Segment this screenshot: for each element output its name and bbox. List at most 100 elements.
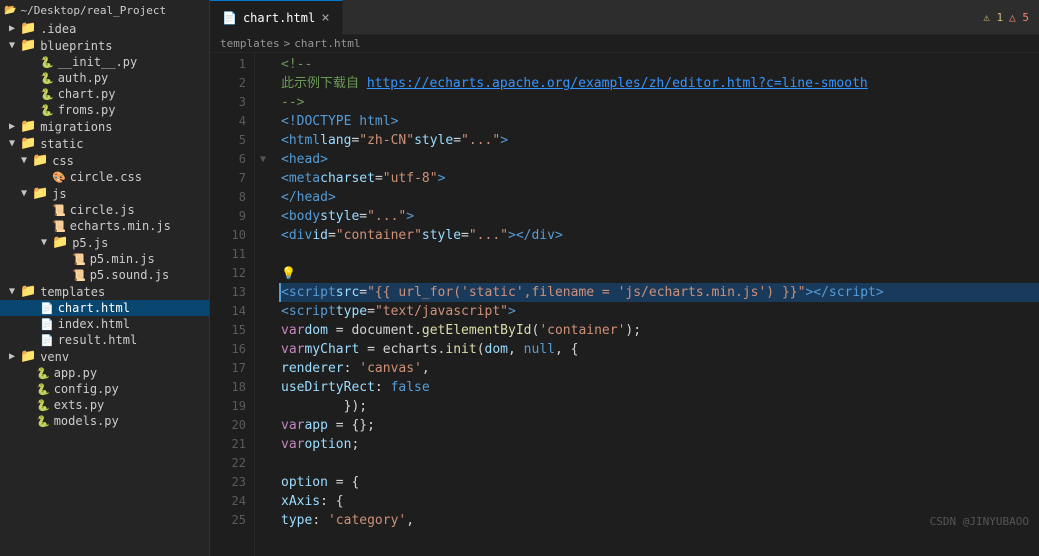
sidebar-item-label: index.html [58, 317, 130, 331]
sidebar-item-blueprints[interactable]: ▼ 📁 blueprints [0, 37, 209, 54]
sidebar-item-label: chart.py [58, 87, 116, 101]
html-icon: 📄 [40, 302, 54, 315]
sidebar-item-label: blueprints [40, 39, 112, 53]
code-line-25: type: 'category', [281, 511, 1039, 530]
code-line-7: <meta charset="utf-8"> [281, 169, 1039, 188]
sidebar-item-label: __init__.py [58, 55, 137, 69]
py-icon: 🐍 [40, 88, 54, 101]
code-line-12: 💡 [281, 264, 1039, 283]
sidebar-item-app-py[interactable]: 🐍 app.py [0, 365, 209, 381]
sidebar-item-exts-py[interactable]: 🐍 exts.py [0, 397, 209, 413]
sidebar-item-migrations[interactable]: ▶ 📁 migrations [0, 118, 209, 135]
code-line-22 [281, 454, 1039, 473]
sidebar-item-froms-py[interactable]: 🐍 froms.py [0, 102, 209, 118]
py-icon: 🐍 [40, 56, 54, 69]
sidebar-item-circle-css[interactable]: 🎨 circle.css [0, 169, 209, 185]
file-explorer[interactable]: 📂 ~/Desktop/real_Project ▶ 📁 .idea ▼ 📁 b… [0, 0, 210, 556]
sidebar-item-p5-js[interactable]: ▼ 📁 p5.js [0, 234, 209, 251]
code-editor[interactable]: 1234567891011121314151617181920212223242… [210, 53, 1039, 556]
sidebar-item-label: exts.py [54, 398, 105, 412]
html-icon: 📄 [40, 318, 54, 331]
code-line-2: 此示例下载自 https://echarts.apache.org/exampl… [281, 74, 1039, 93]
sidebar-item-echarts-min-js[interactable]: 📜 echarts.min.js [0, 218, 209, 234]
sidebar-item-p5-min-js[interactable]: 📜 p5.min.js [0, 251, 209, 267]
sidebar-item-static[interactable]: ▼ 📁 static [0, 135, 209, 152]
sidebar-item-venv[interactable]: ▶ 📁 venv [0, 348, 209, 365]
sidebar-item-templates[interactable]: ▼ 📁 templates [0, 283, 209, 300]
js-icon: 📜 [52, 204, 66, 217]
code-line-10: <div id="container" style="..."></div> [281, 226, 1039, 245]
sidebar-item-init-py[interactable]: 🐍 __init__.py [0, 54, 209, 70]
py-icon: 🐍 [40, 72, 54, 85]
sidebar-item-circle-js[interactable]: 📜 circle.js [0, 202, 209, 218]
js-icon: 📜 [52, 220, 66, 233]
code-line-13: <script src="{{ url_for('static',filenam… [279, 283, 1039, 302]
css-icon: 🎨 [52, 171, 66, 184]
tab-chart-html[interactable]: 📄 chart.html × [210, 0, 343, 35]
sidebar-item-index-html[interactable]: 📄 index.html [0, 316, 209, 332]
sidebar-item-label: templates [40, 285, 105, 299]
folder-icon-templates: 📁 [20, 284, 36, 299]
editor-tabs: 📄 chart.html × ⚠ 1 △ 5 [210, 0, 1039, 35]
code-line-5: <html lang="zh-CN" style="..."> [281, 131, 1039, 150]
sidebar-item-js[interactable]: ▼ 📁 js [0, 185, 209, 202]
sidebar-item-p5-sound-js[interactable]: 📜 p5.sound.js [0, 267, 209, 283]
sidebar-item-auth-py[interactable]: 🐍 auth.py [0, 70, 209, 86]
line-numbers: 1234567891011121314151617181920212223242… [210, 53, 255, 556]
folder-arrow-js: ▼ [16, 188, 32, 199]
sidebar-item-models-py[interactable]: 🐍 models.py [0, 413, 209, 429]
folder-icon-blueprints: 📁 [20, 38, 36, 53]
sidebar-item-label: circle.js [70, 203, 135, 217]
code-line-4: <!DOCTYPE html> [281, 112, 1039, 131]
breadcrumb-separator: > [284, 37, 291, 50]
sidebar-item-css[interactable]: ▼ 📁 css [0, 152, 209, 169]
sidebar-item-label: chart.html [58, 301, 130, 315]
sidebar-item-chart-py[interactable]: 🐍 chart.py [0, 86, 209, 102]
folder-icon-idea: 📁 [20, 21, 36, 36]
code-line-8: </head> [281, 188, 1039, 207]
watermark: CSDN @JINYUBAOO [930, 515, 1029, 528]
folder-icon-p5js: 📁 [52, 235, 68, 250]
sidebar-item-result-html[interactable]: 📄 result.html [0, 332, 209, 348]
code-line-15: var dom = document.getElementById('conta… [281, 321, 1039, 340]
sidebar-item-label: p5.min.js [90, 252, 155, 266]
code-line-6: <head> [281, 150, 1039, 169]
sidebar-item-label: app.py [54, 366, 97, 380]
sidebar-item-label: css [52, 154, 74, 168]
folder-icon-static: 📁 [20, 136, 36, 151]
sidebar-item-idea[interactable]: ▶ 📁 .idea [0, 20, 209, 37]
code-lines[interactable]: <!-- 此示例下载自 https://echarts.apache.org/e… [271, 53, 1039, 556]
sidebar-item-label: circle.css [70, 170, 142, 184]
code-line-21: var option; [281, 435, 1039, 454]
code-line-11 [281, 245, 1039, 264]
code-line-19: }); [281, 397, 1039, 416]
folder-icon-js: 📁 [32, 186, 48, 201]
code-line-20: var app = {}; [281, 416, 1039, 435]
sidebar-item-chart-html[interactable]: 📄 chart.html [0, 300, 209, 316]
fold-gutter: ▼ [255, 53, 271, 556]
sidebar-item-label: venv [40, 350, 69, 364]
sidebar-item-config-py[interactable]: 🐍 config.py [0, 381, 209, 397]
sidebar-item-label: p5.js [72, 236, 108, 250]
folder-arrow-css: ▼ [16, 155, 32, 166]
breadcrumb-text: templates [220, 37, 280, 50]
editor-panel: 📄 chart.html × ⚠ 1 △ 5 templates > chart… [210, 0, 1039, 556]
folder-icon-venv: 📁 [20, 349, 36, 364]
folder-icon-css: 📁 [32, 153, 48, 168]
sidebar-item-label: result.html [58, 333, 137, 347]
folder-arrow-templates: ▼ [4, 286, 20, 297]
sidebar-item-label: p5.sound.js [90, 268, 169, 282]
breadcrumb-file: chart.html [294, 37, 360, 50]
code-line-16: var myChart = echarts.init(dom, null, { [281, 340, 1039, 359]
folder-arrow-static: ▼ [4, 138, 20, 149]
sidebar-item-label: .idea [40, 22, 76, 36]
py-icon: 🐍 [36, 415, 50, 428]
sidebar-item-label: config.py [54, 382, 119, 396]
folder-arrow-migrations: ▶ [4, 121, 20, 132]
editor-status-badges: ⚠ 1 △ 5 [983, 11, 1039, 24]
sidebar-item-label: migrations [40, 120, 112, 134]
root-path: 📂 ~/Desktop/real_Project [0, 0, 209, 20]
tab-close-button[interactable]: × [321, 11, 329, 25]
sidebar-item-label: echarts.min.js [70, 219, 171, 233]
sidebar-item-label: auth.py [58, 71, 109, 85]
